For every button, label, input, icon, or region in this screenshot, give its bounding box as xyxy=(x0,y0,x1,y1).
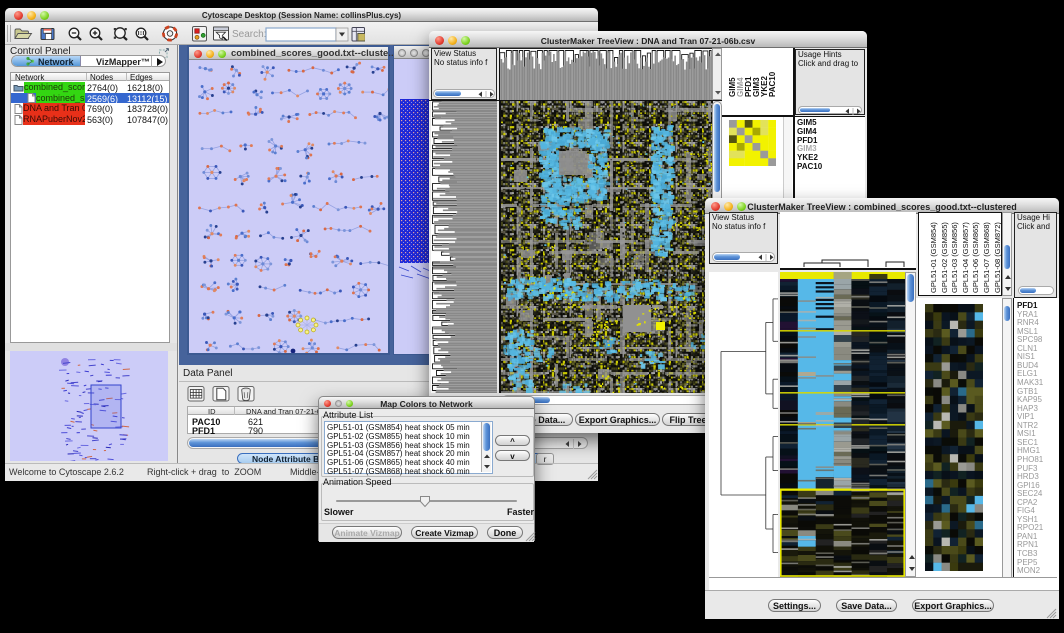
svg-text:Search:: Search: xyxy=(232,29,266,40)
